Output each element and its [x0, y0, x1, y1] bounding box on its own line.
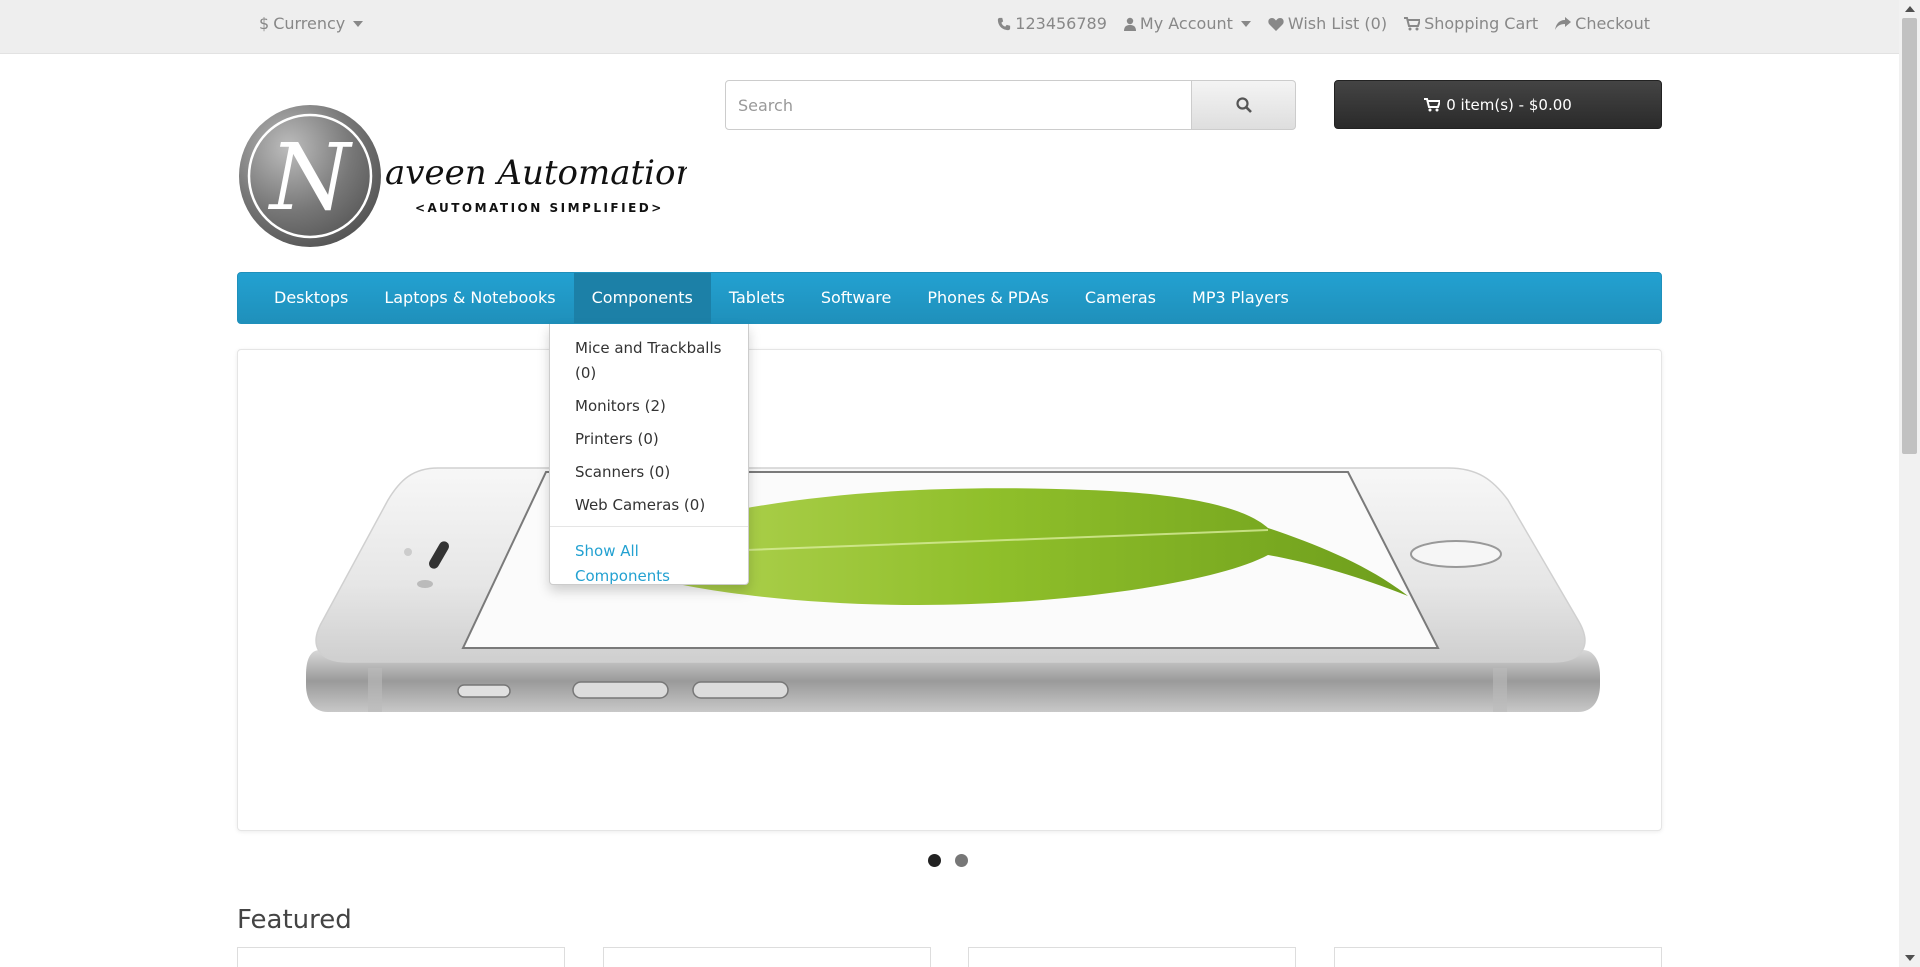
cart-button[interactable]: 0 item(s) - $0.00	[1334, 80, 1662, 129]
checkout-label: Checkout	[1575, 14, 1650, 33]
top-bar: $ Currency 123456789 My Account Wish Lis…	[0, 0, 1899, 54]
logo-name: aveen Automation Labs	[385, 153, 687, 193]
menu-item-software[interactable]: Software	[803, 273, 910, 323]
product-card[interactable]	[968, 947, 1296, 967]
checkout-link[interactable]: Checkout	[1555, 14, 1650, 33]
phone-icon	[998, 17, 1011, 30]
store-logo[interactable]: N aveen Automation Labs <AUTOMATION SIMP…	[237, 104, 790, 249]
wish-list-label: Wish List (0)	[1287, 14, 1388, 33]
search-icon	[1235, 97, 1252, 113]
search-bar	[725, 80, 1296, 130]
menu-item-laptops-notebooks[interactable]: Laptops & Notebooks	[366, 273, 573, 323]
dropdown-item-web-cameras[interactable]: Web Cameras (0)	[575, 493, 723, 518]
shopping-cart-link[interactable]: Shopping Cart	[1404, 14, 1538, 33]
menu-item-tablets[interactable]: Tablets	[711, 273, 803, 323]
pager-dot-1[interactable]	[928, 854, 941, 867]
heart-icon	[1268, 17, 1284, 31]
menu-item-desktops[interactable]: Desktops	[256, 273, 366, 323]
show-all-components-link[interactable]: Show All Components	[575, 539, 723, 589]
caret-down-icon	[353, 20, 364, 27]
my-account-dropdown[interactable]: My Account	[1123, 14, 1251, 33]
menu-item-components[interactable]: Components	[573, 273, 711, 323]
cart-total: 0 item(s) - $0.00	[1446, 95, 1572, 114]
my-account-label: My Account	[1139, 14, 1233, 33]
dropdown-item-scanners[interactable]: Scanners (0)	[575, 460, 723, 485]
share-icon	[1555, 16, 1572, 30]
dropdown-item-mice-trackballs[interactable]: Mice and Trackballs (0)	[575, 336, 723, 386]
wish-list-link[interactable]: Wish List (0)	[1268, 14, 1387, 33]
vertical-scrollbar[interactable]	[1899, 0, 1920, 967]
dropdown-divider	[550, 526, 748, 527]
menu-item-cameras[interactable]: Cameras	[1067, 273, 1174, 323]
menu-item-phones-pdas[interactable]: Phones & PDAs	[909, 273, 1067, 323]
currency-label: Currency	[273, 14, 346, 33]
menu-item-mp3-players[interactable]: MP3 Players	[1174, 273, 1307, 323]
dropdown-item-printers[interactable]: Printers (0)	[575, 427, 723, 452]
phone-number: 123456789	[1015, 14, 1107, 33]
cart-icon	[1404, 16, 1421, 30]
dropdown-item-monitors[interactable]: Monitors (2)	[575, 394, 723, 419]
caret-down-icon	[1240, 20, 1251, 27]
logo-tagline: <AUTOMATION SIMPLIFIED>	[415, 201, 664, 215]
phone-link[interactable]: 123456789	[997, 14, 1107, 33]
currency-dropdown[interactable]: $ Currency	[259, 14, 364, 33]
search-button[interactable]	[1192, 80, 1296, 130]
slideshow-pager	[928, 854, 968, 867]
shopping-cart-label: Shopping Cart	[1424, 14, 1539, 33]
components-dropdown: Mice and Trackballs (0) Monitors (2) Pri…	[549, 324, 749, 585]
product-card[interactable]	[1334, 947, 1662, 967]
featured-heading: Featured	[237, 905, 352, 935]
dollar-icon: $	[259, 14, 270, 33]
logo-letter: N	[268, 124, 354, 231]
product-card[interactable]	[603, 947, 931, 967]
slideshow[interactable]	[237, 349, 1662, 831]
scroll-up-arrow-icon[interactable]	[1905, 6, 1915, 12]
cart-icon	[1424, 97, 1441, 111]
product-card[interactable]	[237, 947, 565, 967]
user-icon	[1123, 17, 1136, 31]
iphone-banner-image	[306, 467, 1600, 712]
top-links: 123456789 My Account Wish List (0) Shopp…	[997, 14, 1650, 33]
search-input[interactable]	[725, 80, 1192, 130]
scroll-down-arrow-icon[interactable]	[1905, 955, 1915, 961]
pager-dot-2[interactable]	[955, 854, 968, 867]
scrollbar-thumb[interactable]	[1902, 18, 1917, 454]
main-menu: Desktops Laptops & Notebooks Components …	[237, 272, 1662, 324]
